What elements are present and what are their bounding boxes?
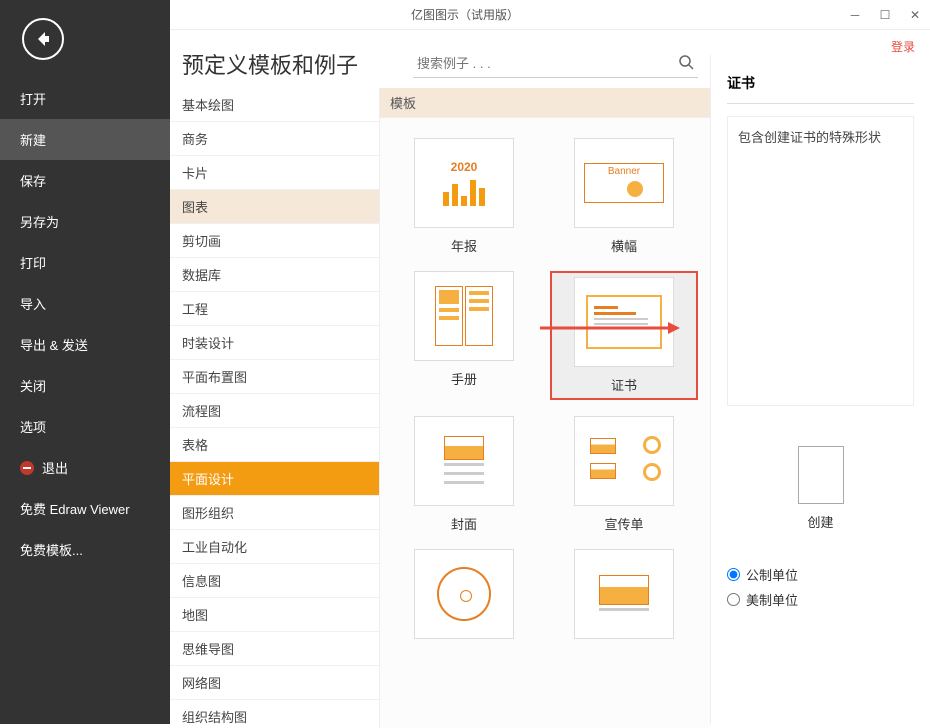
template-item[interactable]: 宣传单 xyxy=(550,416,698,533)
right-panel: 证书 包含创建证书的特殊形状 创建 公制单位 美制单位 xyxy=(710,55,930,724)
template-label: 手册 xyxy=(390,369,538,388)
template-item[interactable]: 2020 年报 xyxy=(390,138,538,255)
category-item[interactable]: 商务 xyxy=(170,122,379,156)
template-area: 模板 2020 年报 Banner 横幅手册证书封面宣传单 xyxy=(380,88,710,728)
category-item[interactable]: 基本绘图 xyxy=(170,88,379,122)
page-title: 预定义模板和例子 xyxy=(182,48,358,80)
sidebar-menu: 打开新建保存另存为打印导入导出 & 发送关闭选项退出免费 Edraw Viewe… xyxy=(0,78,170,570)
thumbnail-cover xyxy=(414,416,514,506)
template-label: 证书 xyxy=(556,375,692,394)
thumbnail-cert xyxy=(574,277,674,367)
radio-metric-input[interactable] xyxy=(727,568,740,581)
template-item[interactable] xyxy=(550,549,698,647)
document-icon xyxy=(798,446,844,504)
thumbnail-year: 2020 xyxy=(414,138,514,228)
template-item[interactable]: 证书 xyxy=(550,271,698,400)
category-item[interactable]: 卡片 xyxy=(170,156,379,190)
category-item[interactable]: 思维导图 xyxy=(170,632,379,666)
search-icon[interactable] xyxy=(678,54,694,70)
content: 基本绘图商务卡片图表剪切画数据库工程时装设计平面布置图流程图表格平面设计图形组织… xyxy=(170,88,710,728)
radio-metric[interactable]: 公制单位 xyxy=(727,565,914,584)
category-item[interactable]: 平面布置图 xyxy=(170,360,379,394)
radio-imperial-input[interactable] xyxy=(727,593,740,606)
sidebar-item[interactable]: 另存为 xyxy=(0,201,170,242)
sidebar-item[interactable]: 打印 xyxy=(0,242,170,283)
radio-imperial[interactable]: 美制单位 xyxy=(727,590,914,609)
sidebar-item[interactable]: 打开 xyxy=(0,78,170,119)
create-label: 创建 xyxy=(727,512,914,531)
category-item[interactable]: 平面设计 xyxy=(170,462,379,496)
template-item[interactable] xyxy=(390,549,538,647)
sidebar-item[interactable]: 导出 & 发送 xyxy=(0,324,170,365)
category-item[interactable]: 数据库 xyxy=(170,258,379,292)
template-grid: 2020 年报 Banner 横幅手册证书封面宣传单 xyxy=(380,118,710,667)
login-link[interactable]: 登录 xyxy=(891,38,915,55)
template-item[interactable]: 手册 xyxy=(390,271,538,400)
template-item[interactable]: 封面 xyxy=(390,416,538,533)
sidebar-item[interactable]: 退出 xyxy=(0,447,170,488)
thumbnail-label xyxy=(574,549,674,639)
search-input[interactable] xyxy=(413,50,698,78)
sidebar-item[interactable]: 保存 xyxy=(0,160,170,201)
panel-description: 包含创建证书的特殊形状 xyxy=(727,116,914,406)
close-button[interactable]: ✕ xyxy=(900,0,930,30)
sidebar-item[interactable]: 导入 xyxy=(0,283,170,324)
template-label: 封面 xyxy=(390,514,538,533)
create-button[interactable]: 创建 xyxy=(727,446,914,531)
main-area: 预定义模板和例子 基本绘图商务卡片图表剪切画数据库工程时装设计平面布置图流程图表… xyxy=(170,30,710,724)
template-label: 宣传单 xyxy=(550,514,698,533)
templates-header: 模板 xyxy=(380,88,710,118)
arrow-left-icon xyxy=(33,29,53,49)
exit-icon xyxy=(20,461,34,475)
search-wrap xyxy=(413,50,698,78)
sidebar-item[interactable]: 关闭 xyxy=(0,365,170,406)
thumbnail-brochure xyxy=(414,271,514,361)
category-item[interactable]: 剪切画 xyxy=(170,224,379,258)
thumbnail-disc xyxy=(414,549,514,639)
back-button[interactable] xyxy=(22,18,64,60)
radio-metric-label: 公制单位 xyxy=(746,565,798,584)
main-header: 预定义模板和例子 xyxy=(170,30,710,88)
panel-title: 证书 xyxy=(727,67,914,104)
window-controls: ─ ☐ ✕ xyxy=(840,0,930,30)
sidebar: 打开新建保存另存为打印导入导出 & 发送关闭选项退出免费 Edraw Viewe… xyxy=(0,0,170,724)
sidebar-item[interactable]: 选项 xyxy=(0,406,170,447)
sidebar-item[interactable]: 免费 Edraw Viewer xyxy=(0,488,170,529)
category-item[interactable]: 工程 xyxy=(170,292,379,326)
sidebar-item[interactable]: 免费模板... xyxy=(0,529,170,570)
category-item[interactable]: 工业自动化 xyxy=(170,530,379,564)
radio-imperial-label: 美制单位 xyxy=(746,590,798,609)
category-item[interactable]: 表格 xyxy=(170,428,379,462)
category-item[interactable]: 图表 xyxy=(170,190,379,224)
maximize-button[interactable]: ☐ xyxy=(870,0,900,30)
category-item[interactable]: 时装设计 xyxy=(170,326,379,360)
template-item[interactable]: Banner 横幅 xyxy=(550,138,698,255)
category-list: 基本绘图商务卡片图表剪切画数据库工程时装设计平面布置图流程图表格平面设计图形组织… xyxy=(170,88,380,728)
app-title: 亿图图示（试用版） xyxy=(411,6,519,23)
category-item[interactable]: 网络图 xyxy=(170,666,379,700)
unit-radio-group: 公制单位 美制单位 xyxy=(727,565,914,609)
category-item[interactable]: 图形组织 xyxy=(170,496,379,530)
thumbnail-banner: Banner xyxy=(574,138,674,228)
minimize-button[interactable]: ─ xyxy=(840,0,870,30)
template-label: 年报 xyxy=(390,236,538,255)
sidebar-item[interactable]: 新建 xyxy=(0,119,170,160)
category-item[interactable]: 流程图 xyxy=(170,394,379,428)
category-item[interactable]: 地图 xyxy=(170,598,379,632)
thumbnail-flyer xyxy=(574,416,674,506)
template-label: 横幅 xyxy=(550,236,698,255)
category-item[interactable]: 信息图 xyxy=(170,564,379,598)
